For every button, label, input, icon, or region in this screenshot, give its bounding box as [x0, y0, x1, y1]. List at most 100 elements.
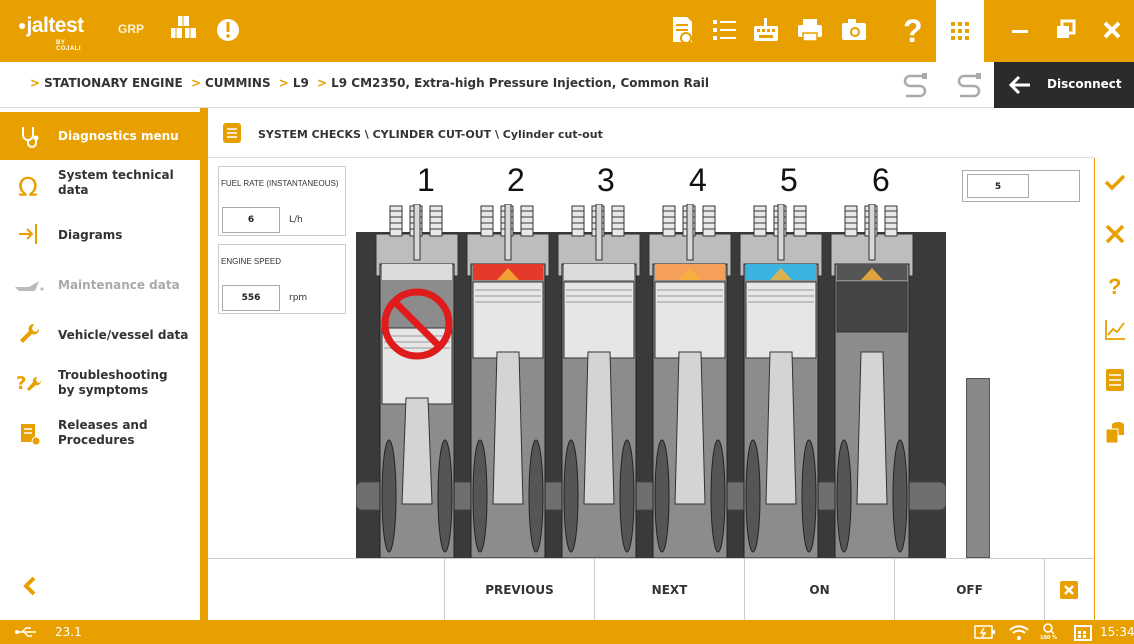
alert-icon[interactable]	[210, 12, 246, 48]
connecting-rod	[583, 351, 615, 505]
report-icon[interactable]	[1105, 368, 1125, 392]
piston	[472, 281, 544, 359]
connecting-rod	[765, 351, 797, 505]
engine-speed-unit: rpm	[289, 293, 308, 303]
close-icon[interactable]	[1094, 12, 1130, 48]
cylinder-number-1: 1	[417, 162, 435, 198]
breadcrumb-item[interactable]: CUMMINS	[205, 76, 271, 90]
fuel-rate-value: 6	[222, 207, 280, 233]
keyboard-icon[interactable]	[748, 12, 784, 48]
sidebar-item-label: Diagrams	[58, 228, 123, 242]
document-stack-icon	[21, 424, 41, 446]
combustion-chamber	[564, 264, 634, 280]
engine-diagram	[356, 204, 946, 558]
injector	[686, 204, 694, 261]
help-icon[interactable]: ?	[894, 12, 930, 48]
svg-text:?: ?	[1108, 274, 1121, 298]
sidebar-item-releases-procedures[interactable]: Releases and Procedures	[0, 410, 200, 458]
disconnect-label: Disconnect	[1047, 77, 1122, 91]
grp-label: GRP	[118, 22, 145, 36]
restore-icon[interactable]	[1048, 12, 1084, 48]
engine-speed-value: 556	[222, 285, 280, 311]
counterweight	[836, 439, 852, 553]
engine-speed-panel: ENGINE SPEED 556 rpm	[218, 244, 346, 314]
printer-icon[interactable]	[792, 12, 828, 48]
test-connector-icon[interactable]	[900, 70, 930, 100]
counterweight	[801, 439, 817, 553]
cylinder-selector-value[interactable]: 5	[967, 174, 1029, 198]
svg-text:Ω: Ω	[18, 173, 38, 198]
disconnect-button[interactable]: Disconnect	[994, 62, 1134, 108]
diagram-icon	[19, 224, 37, 244]
sidebar-item-troubleshooting[interactable]: ? Troubleshooting by symptoms	[0, 360, 200, 408]
injector	[504, 204, 512, 261]
sidebar-item-label: Maintenance data	[58, 278, 180, 292]
apps-grid-button[interactable]	[936, 0, 984, 62]
sidebar-item-diagnostics-menu[interactable]: Diagnostics menu	[0, 112, 200, 160]
previous-button[interactable]: PREVIOUS	[444, 559, 594, 621]
svg-text:?: ?	[903, 13, 923, 48]
fuel-rate-unit: L/h	[289, 215, 303, 225]
breadcrumb-item[interactable]: L9 CM2350, Extra-high Pressure Injection…	[331, 76, 709, 90]
database-icon[interactable]	[1103, 420, 1127, 444]
arrow-left-icon	[1008, 75, 1030, 95]
counterweight	[563, 439, 579, 553]
sidebar-item-label: System technical data	[58, 168, 174, 197]
breadcrumb-item[interactable]: STATIONARY ENGINE	[44, 76, 183, 90]
piston	[563, 281, 635, 359]
modules-icon[interactable]	[166, 12, 202, 48]
cylinder-number-3: 3	[597, 162, 615, 198]
graph-icon[interactable]	[1103, 318, 1127, 342]
sidebar-item-diagrams[interactable]: Diagrams	[0, 210, 200, 258]
counterweight	[710, 439, 726, 553]
counterweight	[472, 439, 488, 553]
cylinder-selector[interactable]: 5	[962, 170, 1080, 202]
document-view-icon[interactable]	[664, 12, 700, 48]
list-icon[interactable]	[706, 12, 742, 48]
counterweight	[528, 439, 544, 553]
counterweight	[745, 439, 761, 553]
close-box-icon	[1060, 581, 1078, 599]
on-button[interactable]: ON	[744, 559, 894, 621]
sidebar-item-label: Vehicle/vessel data	[58, 328, 189, 342]
oil-can-icon	[15, 281, 44, 291]
engine-speed-label: ENGINE SPEED	[221, 257, 282, 266]
injector	[777, 204, 785, 261]
calendar-icon[interactable]	[1074, 623, 1092, 641]
wrench-icon	[20, 323, 40, 343]
sidebar-item-system-technical-data[interactable]: Ω System technical data	[0, 160, 200, 208]
checklist-icon	[223, 123, 241, 143]
connecting-rod	[856, 351, 888, 505]
sidebar-item-label: Releases and Procedures	[58, 418, 148, 447]
sidebar-divider	[200, 108, 208, 620]
sidebar-item-label: Troubleshooting by symptoms	[58, 368, 168, 397]
brand-sub: BY COJALI	[56, 40, 82, 52]
status-bar: 23.1 100 % 15:34	[0, 620, 1134, 644]
sidebar-item-maintenance-data[interactable]: Maintenance data	[0, 260, 200, 308]
accept-icon[interactable]	[1103, 170, 1127, 194]
help-icon[interactable]: ?	[1103, 272, 1127, 298]
sidebar-item-vehicle-vessel-data[interactable]: Vehicle/vessel data	[0, 310, 200, 358]
next-button[interactable]: NEXT	[594, 559, 744, 621]
cylinder-number-4: 4	[689, 162, 707, 198]
counterweight	[654, 439, 670, 553]
piston	[745, 281, 817, 359]
back-chevron-icon[interactable]	[20, 574, 40, 598]
zoom-icon[interactable]	[1040, 622, 1060, 636]
zoom-level: 100 %	[1040, 635, 1058, 641]
close-panel-button[interactable]	[1044, 559, 1094, 621]
breadcrumb-item[interactable]: L9	[293, 76, 309, 90]
fuel-rate-label: FUEL RATE (INSTANTANEOUS)	[221, 179, 339, 188]
off-button[interactable]: OFF	[894, 559, 1044, 621]
clock: 15:34	[1100, 625, 1134, 639]
injector	[868, 204, 876, 261]
right-toolbar: ?	[1094, 158, 1134, 620]
battery-icon	[974, 625, 995, 639]
brand-name: jaltest	[26, 14, 84, 37]
top-bar: ●jaltest BY COJALI GRP ?	[0, 0, 1134, 62]
flywheel-bar	[966, 378, 990, 558]
minimize-icon[interactable]	[1002, 12, 1038, 48]
camera-icon[interactable]	[836, 12, 872, 48]
cancel-icon[interactable]	[1103, 222, 1127, 246]
connector-icon[interactable]	[954, 70, 984, 100]
